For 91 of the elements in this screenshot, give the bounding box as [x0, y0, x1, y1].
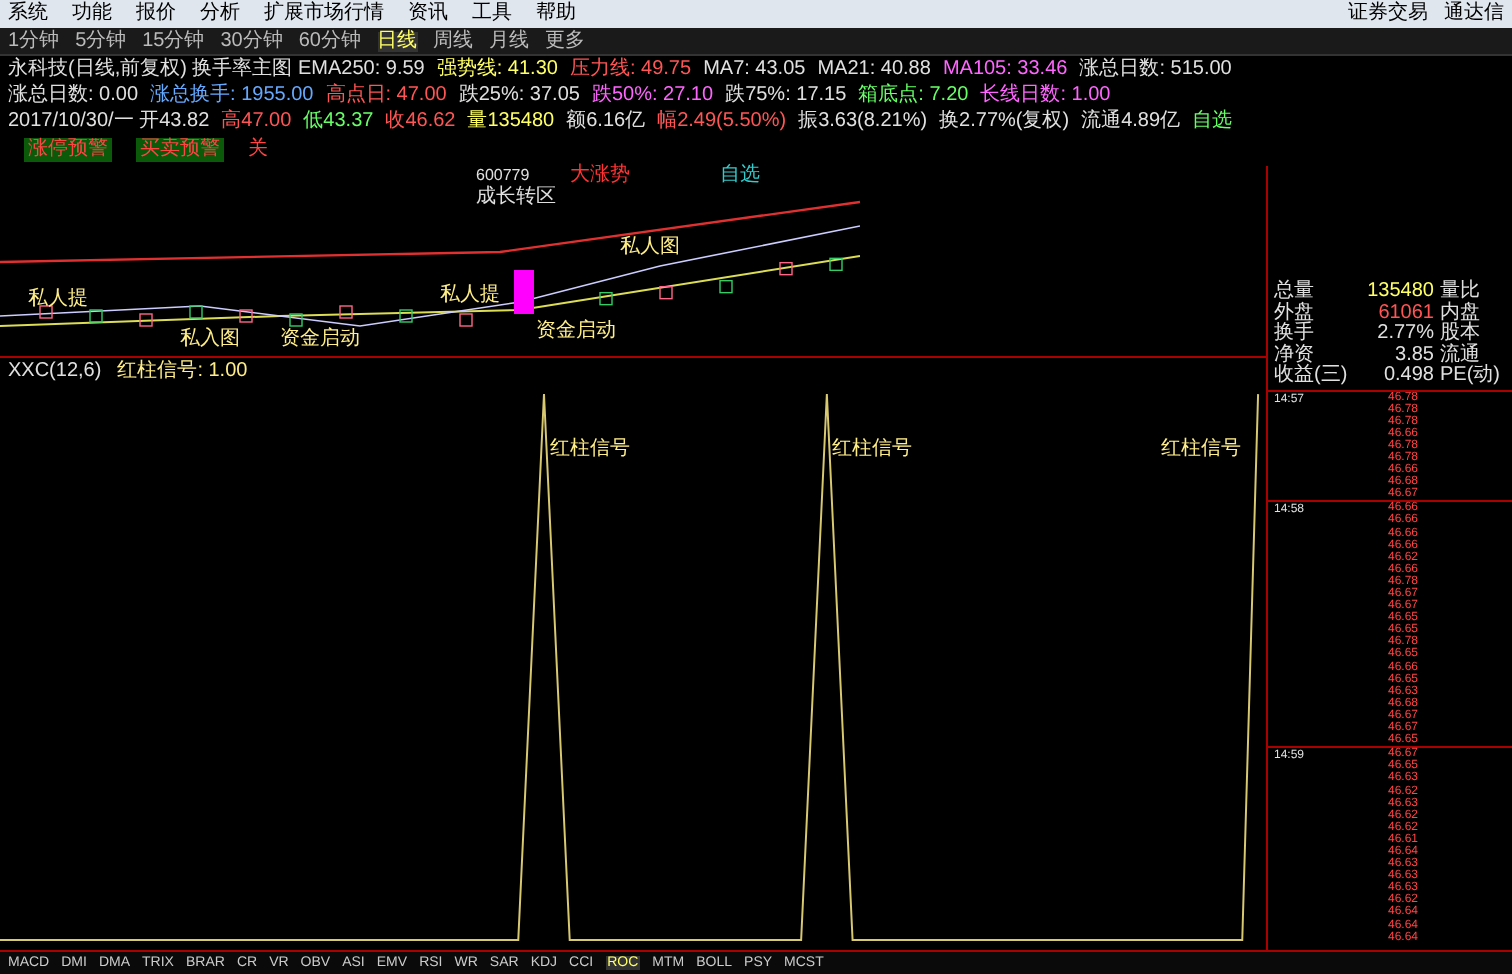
candle: [339, 305, 353, 319]
candle: [399, 309, 413, 323]
stat-label: 流通: [1440, 345, 1480, 365]
candle-note: 资金启动: [536, 322, 616, 342]
peak-label: 红柱信号: [550, 440, 631, 460]
stat-value: 135480: [1365, 282, 1434, 303]
stat-label: 量比: [1440, 282, 1480, 302]
candle: [39, 305, 53, 319]
indicator-value: 涨总日数: 0.00: [8, 85, 139, 105]
period-tab[interactable]: 周线: [433, 31, 473, 51]
indicator-value: 2017/10/30/一 开43.82: [8, 111, 210, 131]
indicator-value: 幅2.49(5.50%): [657, 111, 787, 131]
menu-item[interactable]: 报价: [136, 4, 176, 24]
candle-note: 私人提: [28, 290, 88, 310]
indicator-value: 高47.00: [221, 111, 292, 131]
candle-note: 私入图: [180, 330, 240, 350]
period-tab[interactable]: 日线: [377, 31, 417, 51]
candle: [189, 305, 203, 319]
zone-label: 成长转区: [476, 188, 556, 208]
peak-label: 红柱信号: [832, 440, 913, 460]
indicator-value: 自选: [1192, 111, 1233, 131]
candle-note: 私人提: [440, 286, 500, 306]
stat-label: PE(动): [1440, 366, 1500, 387]
stat-label: 换手: [1274, 324, 1316, 344]
period-tab[interactable]: 月线: [489, 31, 529, 51]
indicator-value: 振3.63(8.21%): [798, 111, 928, 131]
menu-item[interactable]: 扩展市场行情: [264, 4, 384, 24]
candle: [239, 309, 253, 323]
period-tab[interactable]: 60分钟: [298, 31, 361, 51]
indicator-value: 收46.62: [385, 111, 456, 131]
candle: [289, 313, 303, 327]
candle-note: 私人图: [620, 238, 680, 258]
candle-note: 资金启动: [280, 330, 360, 350]
menu-item[interactable]: 证券交易: [1348, 4, 1428, 24]
menu-item[interactable]: 系统: [8, 4, 48, 24]
indicator-value: 跌25%: 37.05: [458, 85, 580, 105]
menu-item[interactable]: 通达信: [1444, 4, 1504, 24]
indicator-value: 涨总换手: 1955.00: [150, 85, 314, 105]
signal-button[interactable]: 关: [248, 140, 268, 160]
indicator-value: 量135480: [467, 111, 555, 131]
stat-value: 3.85: [1393, 345, 1434, 366]
indicator-value: 低43.37: [303, 111, 374, 131]
candle: [459, 313, 473, 327]
menu-item[interactable]: 工具: [472, 4, 512, 24]
period-tab[interactable]: 更多: [545, 31, 585, 51]
indicator-value: 永科技(日线,前复权) 换手率主图 EMA250: 9.59: [8, 59, 425, 79]
candle: [719, 279, 733, 294]
indicator-value: 换2.77%(复权): [939, 111, 1070, 131]
stat-label: 内盘: [1440, 303, 1480, 323]
period-tab[interactable]: 30分钟: [220, 31, 283, 51]
period-tab[interactable]: 15分钟: [142, 31, 205, 51]
stat-label: 外盘: [1274, 303, 1316, 323]
indicator-value: 长线日数: 1.00: [980, 85, 1111, 105]
period-tab[interactable]: 1分钟: [8, 31, 60, 51]
stat-label: 收益(三): [1274, 366, 1350, 387]
peak-label: 红柱信号: [1161, 440, 1242, 460]
stat-label: 总量: [1274, 282, 1316, 302]
indicator-value: 箱底点: 7.20: [858, 85, 969, 105]
stat-value: 0.498: [1381, 366, 1434, 387]
indicator-value: 跌50%: 27.10: [591, 85, 714, 105]
candle: [659, 285, 673, 300]
period-tab[interactable]: 5分钟: [75, 31, 127, 51]
watch-label: 自选: [720, 166, 760, 186]
stat-value: 61061: [1376, 303, 1434, 324]
indicator-value: 额6.16亿: [566, 111, 646, 131]
indicator-value: MA21: 40.88: [817, 59, 931, 79]
menu-item[interactable]: 分析: [200, 4, 240, 24]
indicator-value: 压力线: 49.75: [569, 59, 692, 79]
indicator-value: 流通4.89亿: [1081, 111, 1181, 131]
stat-value: 2.77%: [1375, 324, 1434, 345]
candle: [829, 257, 843, 272]
indicator-value: 强势线: 41.30: [436, 59, 558, 79]
menu-item[interactable]: 功能: [72, 4, 112, 24]
indicator-value: 高点日: 47.00: [325, 85, 447, 105]
candle: [779, 261, 793, 276]
candle: [514, 270, 534, 314]
indicator-title: XXC(12,6): [8, 361, 102, 381]
trend-label: 大涨势: [570, 166, 630, 186]
indicator-value: MA105: 33.46: [942, 59, 1068, 79]
indicator-value: 涨总日数: 515.00: [1079, 59, 1232, 79]
indicator-value: MA7: 43.05: [703, 59, 806, 79]
stat-label: 净资: [1274, 345, 1316, 365]
menu-item[interactable]: 帮助: [536, 4, 576, 24]
menu-item[interactable]: 资讯: [408, 4, 448, 24]
candle: [599, 291, 613, 306]
candle: [139, 313, 153, 327]
indicator-signal: 红柱信号: 1.00: [117, 361, 248, 381]
indicator-value: 跌75%: 17.15: [725, 85, 847, 105]
stat-label: 股本: [1440, 324, 1480, 344]
stock-code: 600779: [476, 168, 530, 184]
candle: [89, 309, 103, 323]
